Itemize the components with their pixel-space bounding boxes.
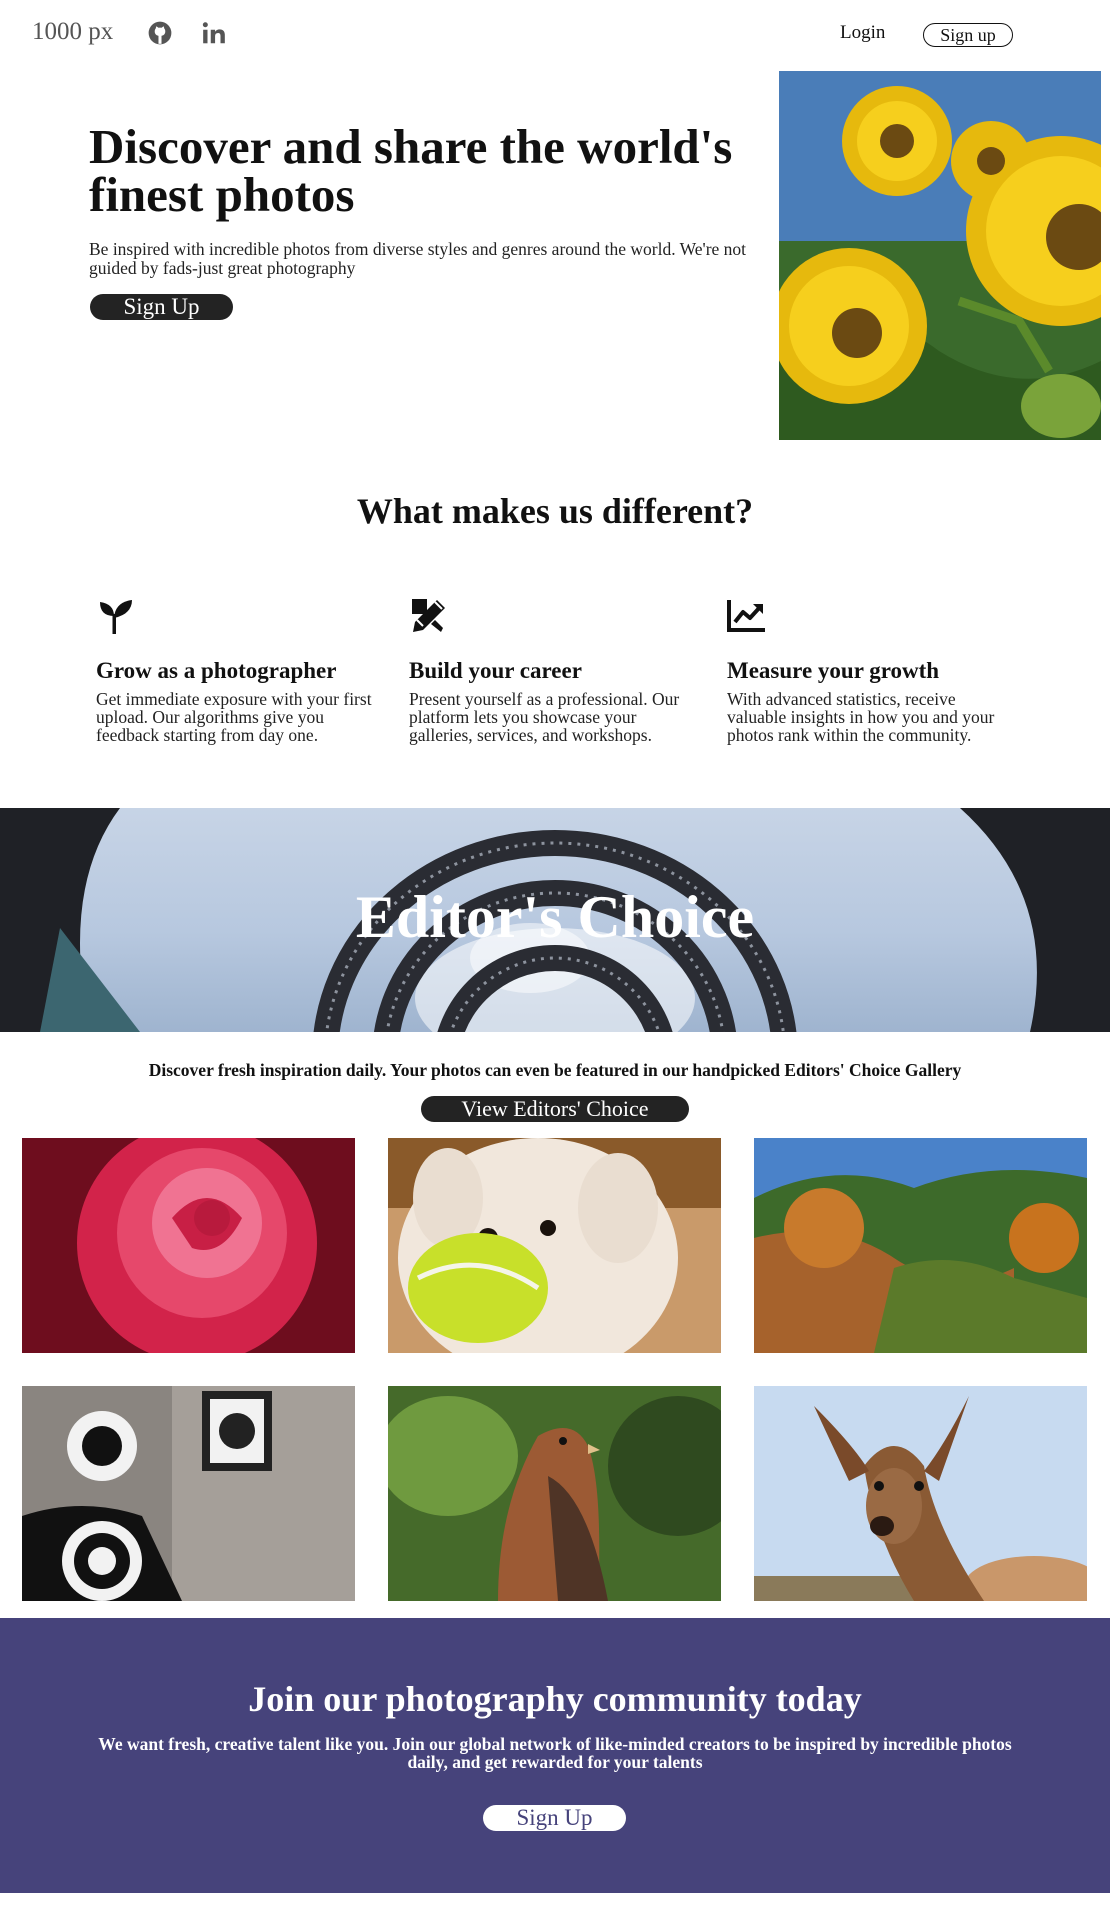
feature-text: With advanced statistics, receive valuab…: [727, 689, 995, 745]
feature-title: Grow as a photographer: [96, 658, 337, 683]
feature-title: Build your career: [409, 658, 582, 683]
editors-choice-banner: Editor's Choice: [0, 808, 1110, 1032]
top-navigation: 1000 px Login Sign up: [0, 0, 1110, 70]
editors-choice-title: Editor's Choice: [355, 884, 755, 950]
feature-text: Present yourself as a professional. Our …: [409, 689, 680, 745]
github-icon[interactable]: [147, 20, 173, 46]
join-title: Join our photography community today: [248, 1679, 862, 1719]
view-editors-choice-button[interactable]: View Editors' Choice: [421, 1096, 689, 1122]
login-link[interactable]: Login: [840, 22, 885, 44]
pencil-ruler-icon: [412, 599, 445, 632]
hero-sunflowers-photo: [779, 71, 1101, 440]
chart-line-icon: [727, 600, 765, 632]
feature-career: Build your career Present yourself as a …: [409, 596, 699, 744]
signup-button[interactable]: Sign up: [923, 23, 1013, 47]
feature-grow: Grow as a photographer Get immediate exp…: [96, 596, 386, 744]
feature-title: Measure your growth: [727, 658, 940, 683]
gallery-photo-canyon[interactable]: [754, 1138, 1087, 1353]
features-title: What makes us different?: [356, 491, 754, 531]
gallery-photo-deer[interactable]: [754, 1386, 1087, 1601]
seedling-icon: [100, 600, 132, 634]
join-subtitle: We want fresh, creative talent like you.…: [98, 1734, 1012, 1772]
linkedin-icon[interactable]: [201, 20, 227, 46]
site-logo[interactable]: 1000 px: [32, 18, 113, 46]
gallery-photo-art[interactable]: [22, 1386, 355, 1601]
hero-subtitle: Be inspired with incredible photos from …: [89, 239, 747, 278]
feature-text: Get immediate exposure with your first u…: [96, 689, 372, 745]
hero-signup-button[interactable]: Sign Up: [90, 294, 233, 320]
editors-choice-caption: Discover fresh inspiration daily. Your p…: [148, 1060, 962, 1080]
gallery-photo-rose[interactable]: [22, 1138, 355, 1353]
join-section: Join our photography community today We …: [0, 1618, 1110, 1893]
hero-title: Discover and share the world's finest ph…: [89, 119, 733, 222]
feature-growth: Measure your growth With advanced statis…: [727, 596, 1017, 744]
join-signup-button[interactable]: Sign Up: [483, 1805, 626, 1831]
gallery-photo-hawk[interactable]: [388, 1386, 721, 1601]
gallery-photo-dog[interactable]: [388, 1138, 721, 1353]
